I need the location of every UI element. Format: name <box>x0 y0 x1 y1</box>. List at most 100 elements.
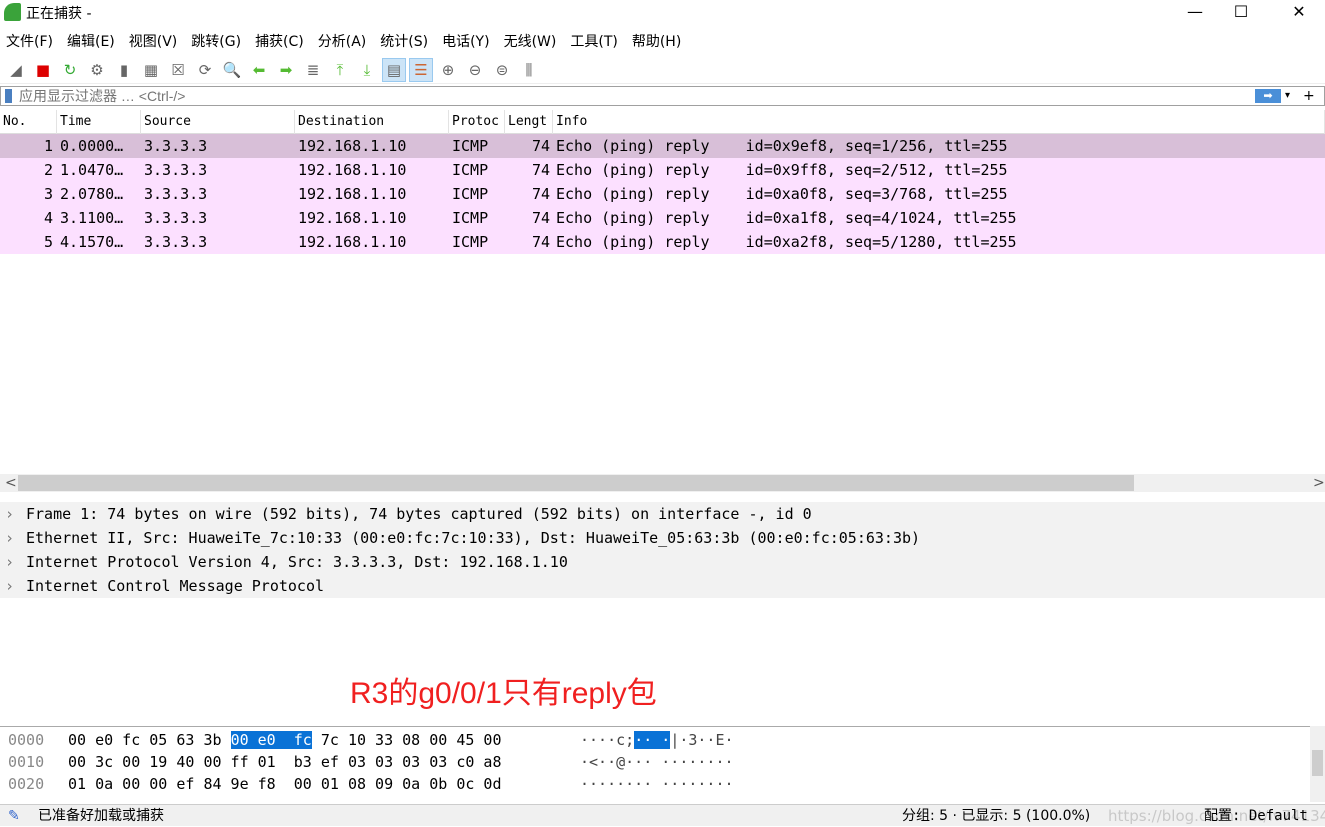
expand-chevron-icon[interactable]: › <box>5 550 14 574</box>
packet-cell: 192.168.1.10 <box>298 137 407 155</box>
zoom-out-icon[interactable]: ⊖ <box>463 58 487 82</box>
resize-columns-icon[interactable]: ⫼ <box>517 58 541 82</box>
close-file-icon[interactable]: ☒ <box>166 58 190 82</box>
menu-item[interactable]: 视图(V) <box>123 30 186 54</box>
display-filter-input[interactable] <box>19 87 1239 105</box>
last-packet-icon[interactable]: ⤓ <box>355 58 379 82</box>
detail-tree-item[interactable]: › Ethernet II, Src: HuaweiTe_7c:10:33 (00… <box>0 526 1325 550</box>
packet-cell: ICMP <box>452 161 489 179</box>
profile-indicator[interactable]: 配置: Default <box>1204 805 1308 827</box>
annotation-text: R3的g0/0/1只有reply包 <box>350 677 657 710</box>
window-title: 正在捕获 - <box>26 6 92 22</box>
menu-item[interactable]: 分析(A) <box>312 30 375 54</box>
restart-capture-icon[interactable]: ↻ <box>58 58 82 82</box>
hex-part: 00 e0 fc <box>230 731 312 749</box>
hex-part: 01 0a 00 00 ef 84 9e f8 00 01 08 09 0a 0… <box>68 775 502 793</box>
packet-cell: 74 <box>531 233 550 251</box>
menu-item[interactable]: 捕获(C) <box>249 30 312 54</box>
detail-text: Ethernet II, Src: HuaweiTe_7c:10:33 (00:… <box>26 529 921 547</box>
packet-cell: 74 <box>531 161 550 179</box>
expand-chevron-icon[interactable]: › <box>5 502 14 526</box>
column-header[interactable]: Time <box>57 110 141 134</box>
menu-item[interactable]: 统计(S) <box>374 30 436 54</box>
packet-row[interactable]: 4 3.1100… 3.3.3.3 192.168.1.10 ICMP 74 Echo (p… <box>0 206 1325 230</box>
packet-cell: 3.3.3.3 <box>144 185 208 203</box>
bookmark-icon[interactable] <box>5 89 12 103</box>
menu-item[interactable]: 电话(Y) <box>436 30 497 54</box>
start-capture-icon[interactable]: ◢ <box>4 58 28 82</box>
menu-item[interactable]: 文件(F) <box>0 30 61 54</box>
hex-bytes[interactable]: 01 0a 00 00 ef 84 9e f8 00 01 08 09 0a 0… <box>68 773 501 795</box>
packet-cell: 3.3.3.3 <box>144 161 208 179</box>
expand-chevron-icon[interactable]: › <box>5 526 14 550</box>
maximize-button[interactable]: ☐ <box>1218 0 1264 26</box>
column-header[interactable]: Source <box>141 110 295 134</box>
zoom-in-icon[interactable]: ⊕ <box>436 58 460 82</box>
hex-part: 00 e0 fc 05 63 3b <box>68 731 231 749</box>
byte-offset: 0020 <box>8 775 45 793</box>
hex-bytes[interactable]: 00 3c 00 19 40 00 ff 01 b3 ef 03 03 03 0… <box>68 751 501 773</box>
menu-item[interactable]: 编辑(E) <box>61 30 123 54</box>
ascii-bytes[interactable]: ········ ········ <box>580 773 734 795</box>
go-forward-icon[interactable]: ➡ <box>274 58 298 82</box>
find-packet-icon[interactable]: 🔍 <box>220 58 244 82</box>
packet-cell: 3.3.3.3 <box>144 137 208 155</box>
packet-cell: 192.168.1.10 <box>298 161 407 179</box>
packet-cell: 3 <box>43 185 53 203</box>
packet-list-header: No. Time Source Destination Protoc Lengt Info <box>0 110 1325 134</box>
save-file-icon[interactable]: ▦ <box>139 58 163 82</box>
menu-item[interactable]: 无线(W) <box>498 30 565 54</box>
minimize-button[interactable]: — <box>1172 0 1218 26</box>
open-file-icon[interactable]: ▮ <box>112 58 136 82</box>
column-header[interactable]: Protoc <box>449 110 505 134</box>
column-header[interactable]: No. <box>0 110 57 134</box>
column-header[interactable]: Info <box>553 110 1325 134</box>
byte-offset: 0010 <box>8 753 45 771</box>
hex-part: 00 3c 00 19 40 00 ff 01 b3 ef 03 03 03 0… <box>68 753 502 771</box>
packet-row[interactable]: 1 0.0000… 3.3.3.3 192.168.1.10 ICMP 74 Echo (p… <box>0 134 1325 158</box>
packet-cell: 192.168.1.10 <box>298 209 407 227</box>
packet-cell: 192.168.1.10 <box>298 185 407 203</box>
menu-item[interactable]: 跳转(G) <box>185 30 249 54</box>
bytes-row: 0010 00 3c 00 19 40 00 ff 01 b3 ef 03 03 … <box>0 751 1300 773</box>
packet-cell: 0.0000… <box>60 137 124 155</box>
auto-scroll-icon[interactable]: ▤ <box>382 57 406 82</box>
packet-cell: Echo (ping) reply id=0xa1f8, seq=4/1024,… <box>556 209 1017 227</box>
byte-offset: 0000 <box>8 731 45 749</box>
close-button[interactable]: ✕ <box>1276 0 1322 26</box>
bytes-vertical-scrollbar[interactable] <box>1310 726 1325 802</box>
packet-cell: Echo (ping) reply id=0x9ff8, seq=2/512, … <box>556 161 1008 179</box>
column-header[interactable]: Destination <box>295 110 449 134</box>
apply-filter-arrow-icon[interactable]: ➡ <box>1255 89 1281 103</box>
detail-tree-item[interactable]: › Internet Protocol Version 4, Src: 3.3.3… <box>0 550 1325 574</box>
first-packet-icon[interactable]: ⤒ <box>328 58 352 82</box>
packet-details-tree: › Frame 1: 74 bytes on wire (592 bits), 7… <box>0 502 1325 598</box>
packet-row[interactable]: 5 4.1570… 3.3.3.3 192.168.1.10 ICMP 74 Echo (p… <box>0 230 1325 254</box>
go-to-packet-icon[interactable]: ≣ <box>301 58 325 82</box>
add-filter-button[interactable]: + <box>1303 87 1315 105</box>
filter-dropdown-icon[interactable]: ▾ <box>1285 87 1290 105</box>
ascii-bytes[interactable]: ·<··@··· ········ <box>580 751 734 773</box>
colorize-icon[interactable]: ☰ <box>409 57 433 82</box>
capture-options-icon[interactable]: ⚙ <box>85 58 109 82</box>
menu-item[interactable]: 工具(T) <box>564 30 625 54</box>
menu-item[interactable]: 帮助(H) <box>626 30 689 54</box>
expand-chevron-icon[interactable]: › <box>5 574 14 598</box>
column-header[interactable]: Lengt <box>505 110 553 134</box>
go-back-icon[interactable]: ⬅ <box>247 58 271 82</box>
stop-capture-icon[interactable]: ■ <box>31 58 55 82</box>
detail-text: Frame 1: 74 bytes on wire (592 bits), 74… <box>26 505 812 523</box>
packet-cell: Echo (ping) reply id=0x9ef8, seq=1/256, … <box>556 137 1008 155</box>
reload-file-icon[interactable]: ⟳ <box>193 58 217 82</box>
status-edit-icon[interactable]: ✎ <box>8 805 20 827</box>
zoom-normal-icon[interactable]: ⊜ <box>490 58 514 82</box>
packet-row[interactable]: 2 1.0470… 3.3.3.3 192.168.1.10 ICMP 74 Echo (p… <box>0 158 1325 182</box>
detail-tree-item[interactable]: › Frame 1: 74 bytes on wire (592 bits), 7… <box>0 502 1325 526</box>
packet-list-horizontal-scrollbar[interactable]: < > <box>0 474 1325 492</box>
detail-tree-item[interactable]: › Internet Control Message Protocol <box>0 574 1325 598</box>
packet-cell: ICMP <box>452 233 489 251</box>
packet-row[interactable]: 3 2.0780… 3.3.3.3 192.168.1.10 ICMP 74 Echo (p… <box>0 182 1325 206</box>
main-toolbar: ◢ ■ ↻ ⚙ ▮ ▦ ☒ ⟳ 🔍 ⬅ ➡ ≣ ⤒ ⤓ ▤ ☰ ⊕ ⊖ ⊜ ⫼ <box>0 56 1325 84</box>
hex-bytes[interactable]: 00 e0 fc 05 63 3b 00 e0 fc 7c 10 33 08 0… <box>68 729 502 751</box>
ascii-bytes[interactable]: ····c;·· ·|·3··E· <box>580 729 734 751</box>
